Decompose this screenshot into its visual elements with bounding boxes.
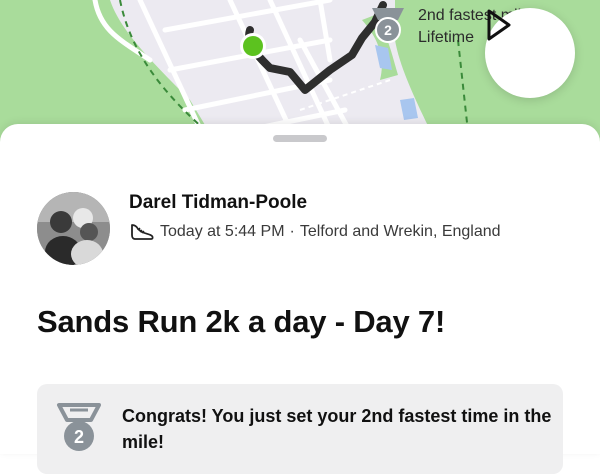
map-medal-rank: 2 [384,22,392,38]
activity-timestamp: Today at 5:44 PM [160,223,285,240]
achievement-card[interactable]: 2 Congrats! You just set your 2nd fastes… [37,384,563,474]
running-shoe-icon [131,224,154,240]
meta-separator: · [289,223,295,240]
activity-location: Telford and Wrekin, England [299,223,501,240]
activity-meta: Today at 5:44 PM · Telford and Wrekin, E… [129,221,501,243]
avatar-photo [37,192,110,265]
athlete-name[interactable]: Darel Tidman-Poole [129,192,307,214]
play-icon [487,9,511,41]
map-medal-icon[interactable]: 2 [366,2,410,46]
sheet-drag-handle[interactable] [273,135,327,142]
play-flyover-button[interactable] [485,8,575,98]
activity-title: Sands Run 2k a day - Day 7! [37,304,446,339]
activity-sheet: Darel Tidman-Poole Today at 5:44 PM · Te… [0,124,600,474]
medal-rank: 2 [74,427,84,447]
achievement-message: Congrats! You just set your 2nd fastest … [122,406,552,452]
athlete-avatar[interactable] [37,192,110,265]
medal-icon: 2 [57,403,101,451]
